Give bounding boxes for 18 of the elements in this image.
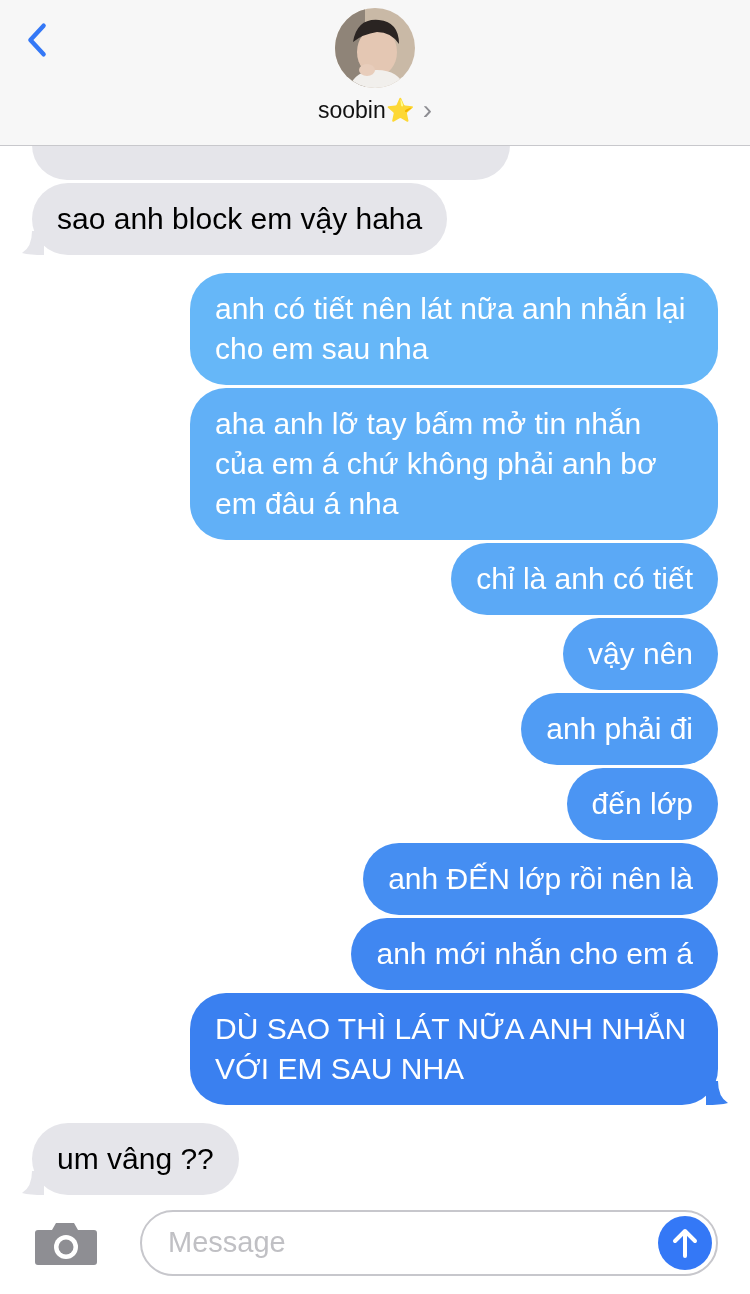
message-bubble: vậy nên <box>562 618 718 690</box>
bubble-tail-icon <box>22 231 44 255</box>
message-bubble: sao anh block em vậy haha <box>32 183 448 255</box>
message-bubble: anh có tiết nên lát nữa anh nhắn lại cho em sau nha <box>190 273 718 385</box>
bubble-tail-icon <box>22 1171 44 1195</box>
contact-name[interactable]: soobin⭐ <box>317 96 415 124</box>
message-bubble: đến lớp <box>566 768 718 840</box>
back-icon[interactable] <box>26 22 48 58</box>
message-bubble: anh ĐẾN lớp rồi nên là <box>363 843 718 915</box>
bubble-tail-icon <box>706 1081 728 1105</box>
message-bubble: anh phải đi <box>521 693 718 765</box>
send-icon[interactable] <box>658 1215 712 1270</box>
message-bubble: chỉ là anh có tiết <box>451 543 718 615</box>
message-bubble: um vâng ?? <box>32 1123 239 1195</box>
message-bubble: aha anh lỡ tay bấm mở tin nhắn của em á chứ không phải anh bơ em đâu á nha <box>190 388 718 540</box>
message-field[interactable]: Message <box>140 1209 718 1276</box>
message-bubble: DÙ SAO THÌ LÁT NỮA ANH NHẮN VỚI EM SAU NHA <box>190 993 718 1105</box>
message-bubble: anh mới nhắn cho em á <box>351 918 718 990</box>
